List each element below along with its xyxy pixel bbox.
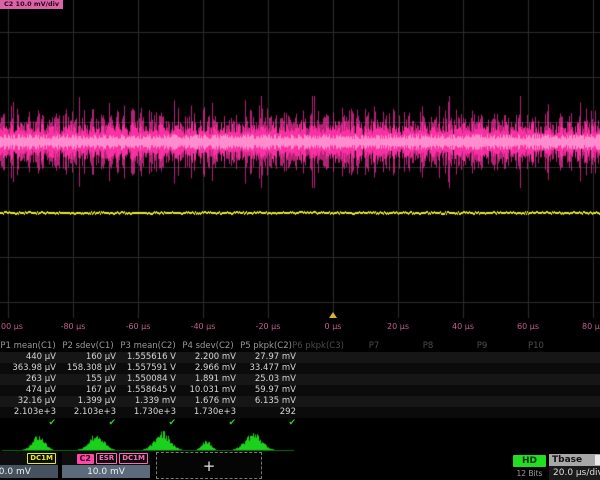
measure-cell: 263 µV <box>0 374 56 385</box>
hd-mode-badge[interactable]: HD <box>513 455 546 467</box>
measurement-histicons-canvas <box>0 430 600 452</box>
timebase-value: 20.0 µs/div <box>549 466 600 480</box>
measure-cell: 1.339 mV <box>120 396 176 407</box>
trace-annotation-badge: C2 10.0 mV/div <box>0 0 63 9</box>
measure-param-header[interactable]: P9 <box>477 341 488 351</box>
measure-cell: 292 <box>240 407 296 418</box>
x-tick-label: 40 µs <box>452 322 474 331</box>
measure-cell: 158.308 µV <box>60 363 116 374</box>
measure-cell: 1.891 mV <box>180 374 236 385</box>
measure-cell: 363.98 µV <box>0 363 56 374</box>
trigger-time-marker[interactable] <box>329 312 337 318</box>
measure-cell: 10.031 mV <box>180 385 236 396</box>
measure-param-header[interactable]: P8 <box>423 341 434 351</box>
measure-status-check: ✔ <box>0 418 56 429</box>
measure-param-header[interactable]: P1 mean(C1) <box>0 341 55 351</box>
measure-param-header[interactable]: P10 <box>528 341 544 351</box>
measure-cell: 1.555616 V <box>120 352 176 363</box>
c1-coupling-tag: DC1M <box>27 453 56 464</box>
measure-status-check: ✔ <box>180 418 236 429</box>
measure-cell: 32.16 µV <box>0 396 56 407</box>
measure-cell: 25.03 mV <box>240 374 296 385</box>
c2-coupling-tag: DC1M <box>119 453 148 464</box>
c2-vdiv-value: 10.0 mV <box>62 465 150 478</box>
x-tick-label: -40 µs <box>191 322 216 331</box>
measure-cell: 167 µV <box>60 385 116 396</box>
x-tick-label: -80 µs <box>61 322 86 331</box>
timebase-mini-indicator <box>595 455 600 465</box>
measure-status-check: ✔ <box>120 418 176 429</box>
waveform-grid-canvas <box>0 0 600 318</box>
add-trace-button[interactable]: + <box>156 452 262 479</box>
measure-cell: 160 µV <box>60 352 116 363</box>
c2-esr-tag: ESR <box>96 453 117 464</box>
measure-param-header[interactable]: P6 pkpk(C3) <box>292 341 344 351</box>
measure-cell: 440 µV <box>0 352 56 363</box>
measure-row: 440 µV 160 µV 1.555616 V 2.200 mV 27.97 mV <box>0 352 600 363</box>
measure-cell: 2.103e+3 <box>0 407 56 418</box>
measure-cell: 1.558645 V <box>120 385 176 396</box>
measure-row: 474 µV 167 µV 1.558645 V 10.031 mV 59.97 mV <box>0 385 600 396</box>
measure-status-check: ✔ <box>240 418 296 429</box>
measurement-table: P1 mean(C1) P2 sdev(C1) P3 mean(C2) P4 sdev… <box>0 340 600 432</box>
x-tick-label: 80 µs <box>582 322 600 331</box>
measure-cell: 33.477 mV <box>240 363 296 374</box>
measure-status-row: ✔ ✔ ✔ ✔ ✔ <box>0 418 600 429</box>
measure-cell: 27.97 mV <box>240 352 296 363</box>
c2-channel-badge: C2 <box>77 454 94 464</box>
measure-cell: 155 µV <box>60 374 116 385</box>
measure-param-header[interactable]: P3 mean(C2) <box>120 341 175 351</box>
hd-bits-label: 12 Bits <box>509 469 550 478</box>
x-tick-label: 0 µs <box>325 322 342 331</box>
measure-param-header[interactable]: P7 <box>369 341 380 351</box>
measure-cell: 1.730e+3 <box>180 407 236 418</box>
x-tick-label: -60 µs <box>126 322 151 331</box>
x-tick-label: 20 µs <box>387 322 409 331</box>
x-tick-label: -20 µs <box>256 322 281 331</box>
measure-param-header[interactable]: P2 sdev(C1) <box>62 341 113 351</box>
measure-row: 2.103e+3 2.103e+3 1.730e+3 1.730e+3 292 <box>0 407 600 418</box>
x-tick-label: 60 µs <box>517 322 539 331</box>
measure-row: 363.98 µV 158.308 µV 1.557591 V 2.966 mV 33.… <box>0 363 600 374</box>
measure-status-check: ✔ <box>60 418 116 429</box>
timebase-title: Tbase <box>549 454 600 466</box>
measure-cell: 2.966 mV <box>180 363 236 374</box>
channel-descriptor-c1[interactable]: DC1M 10.0 mV <box>0 452 58 478</box>
measure-cell: 1.557591 V <box>120 363 176 374</box>
x-tick-label: -100 µs <box>0 322 23 331</box>
measure-param-header[interactable]: P5 pkpk(C2) <box>240 341 292 351</box>
measure-param-header[interactable]: P4 sdev(C2) <box>182 341 233 351</box>
measure-row: 263 µV 155 µV 1.550084 V 1.891 mV 25.03 mV <box>0 374 600 385</box>
time-axis: -100 µs -80 µs -60 µs -40 µs -20 µs 0 µs 20 µs… <box>0 318 600 335</box>
oscilloscope-screen: C2 10.0 mV/div -100 µs -80 µs -60 µs -40 µs… <box>0 0 600 480</box>
measure-cell: 2.103e+3 <box>60 407 116 418</box>
measure-cell: 474 µV <box>0 385 56 396</box>
measure-row: 32.16 µV 1.399 µV 1.339 mV 1.676 mV 6.135 mV <box>0 396 600 407</box>
measure-cell: 2.200 mV <box>180 352 236 363</box>
channel-descriptor-c2[interactable]: C2 ESR DC1M 10.0 mV <box>62 452 150 478</box>
measure-cell: 1.730e+3 <box>120 407 176 418</box>
measure-cell: 1.550084 V <box>120 374 176 385</box>
measure-cell: 1.676 mV <box>180 396 236 407</box>
c1-vdiv-value: 10.0 mV <box>0 465 58 478</box>
measure-cell: 6.135 mV <box>240 396 296 407</box>
measure-cell: 1.399 µV <box>60 396 116 407</box>
measure-cell: 59.97 mV <box>240 385 296 396</box>
timebase-descriptor[interactable]: Tbase 20.0 µs/div <box>549 454 600 480</box>
